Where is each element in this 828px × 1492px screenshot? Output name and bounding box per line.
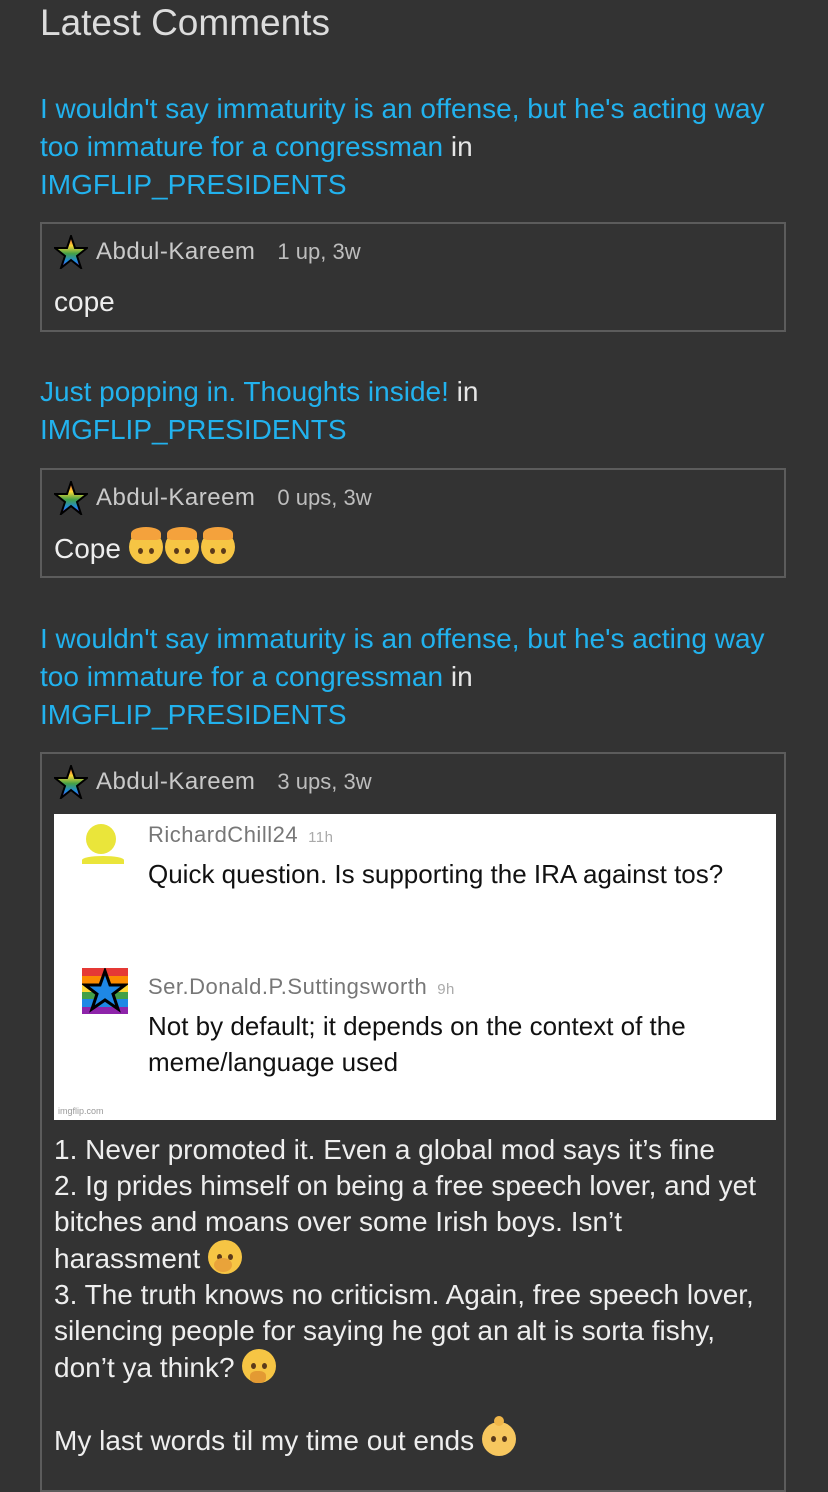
stream-link[interactable]: IMGFLIP_PRESIDENTS	[40, 414, 347, 445]
comment-meta: 1 up, 3w	[277, 239, 361, 264]
comment-meta: 0 ups, 3w	[277, 485, 372, 510]
comment-meta: 3 ups, 3w	[277, 769, 372, 794]
reply-time: 9h	[437, 981, 455, 998]
post-title-line: Just popping in. Thoughts inside! in IMG…	[40, 373, 800, 449]
comment-text-content: Cope	[54, 533, 121, 564]
reply-username: Ser.Donald.P.Suttingsworth 9h	[148, 974, 455, 1000]
comment-text: Cope	[54, 527, 772, 567]
comment-username[interactable]: Abdul-Kareem	[96, 238, 255, 266]
stream-link[interactable]: IMGFLIP_PRESIDENTS	[40, 169, 347, 200]
comment-username[interactable]: Abdul-Kareem	[96, 484, 255, 512]
post-title-line: I wouldn't say immaturity is an offense,…	[40, 620, 800, 734]
comment-line: 3. The truth knows no criticism. Again, …	[54, 1277, 772, 1386]
comment-username[interactable]: Abdul-Kareem	[96, 768, 255, 796]
page-title: Latest Comments	[40, 2, 330, 43]
comment-card: Abdul-Kareem 0 ups, 3w Cope	[40, 468, 786, 578]
comment-line: 1. Never promoted it. Even a global mod …	[54, 1134, 715, 1165]
rainbow-star-avatar-icon[interactable]	[52, 478, 90, 517]
stream-link[interactable]: IMGFLIP_PRESIDENTS	[40, 699, 347, 730]
post-title-link[interactable]: Just popping in. Thoughts inside!	[40, 376, 449, 407]
comment-header: Abdul-Kareem 1 up, 3w	[52, 232, 361, 271]
comment-header: Abdul-Kareem 3 ups, 3w	[52, 762, 372, 801]
comment-line-text: 2. Ig prides himself on being a free spe…	[54, 1170, 756, 1274]
post-title-link[interactable]: I wouldn't say immaturity is an offense,…	[40, 93, 765, 162]
comment-line-text: My last words til my time out ends	[54, 1425, 475, 1456]
reply-time: 11h	[308, 829, 334, 846]
rainbow-star-avatar-icon	[82, 968, 128, 1014]
post-title-link[interactable]: I wouldn't say immaturity is an offense,…	[40, 623, 765, 692]
comment-line: 2. Ig prides himself on being a free spe…	[54, 1168, 772, 1277]
embedded-screenshot-image[interactable]: RichardChill24 11h Quick question. Is sup…	[54, 814, 776, 1120]
user-avatar-body	[82, 856, 124, 864]
watermark: imgflip.com	[58, 1106, 104, 1116]
mind-blown-icon	[164, 527, 199, 564]
rainbow-star-avatar-icon[interactable]	[52, 762, 90, 801]
mind-blown-icon	[200, 527, 235, 564]
in-label: in	[443, 661, 473, 692]
post-title-line: I wouldn't say immaturity is an offense,…	[40, 90, 800, 204]
reply-username-text: RichardChill24	[148, 822, 299, 847]
comment-card: Abdul-Kareem 3 ups, 3w RichardChill24 11h…	[40, 752, 786, 1492]
reply-username: RichardChill24 11h	[148, 822, 334, 848]
in-label: in	[443, 131, 473, 162]
rainbow-star-avatar-icon[interactable]	[52, 232, 90, 271]
baby-icon	[481, 1416, 516, 1456]
reply-username-text: Ser.Donald.P.Suttingsworth	[148, 974, 428, 999]
in-label: in	[448, 376, 479, 407]
shushing-face-icon	[208, 1240, 243, 1274]
comment-header: Abdul-Kareem 0 ups, 3w	[52, 478, 372, 517]
comment-card: Abdul-Kareem 1 up, 3w cope	[40, 222, 786, 332]
comment-text: 1. Never promoted it. Even a global mod …	[54, 1132, 772, 1459]
comment-text: cope	[54, 286, 115, 317]
comment-line-text: 3. The truth knows no criticism. Again, …	[54, 1279, 754, 1383]
user-avatar-icon	[86, 824, 116, 854]
mind-blown-icon	[128, 527, 163, 564]
comment-line: My last words til my time out ends	[54, 1416, 772, 1459]
reply-text: Quick question. Is supporting the IRA ag…	[148, 859, 724, 889]
thinking-face-icon	[242, 1349, 277, 1383]
reply-text: Not by default; it depends on the contex…	[148, 1011, 686, 1077]
